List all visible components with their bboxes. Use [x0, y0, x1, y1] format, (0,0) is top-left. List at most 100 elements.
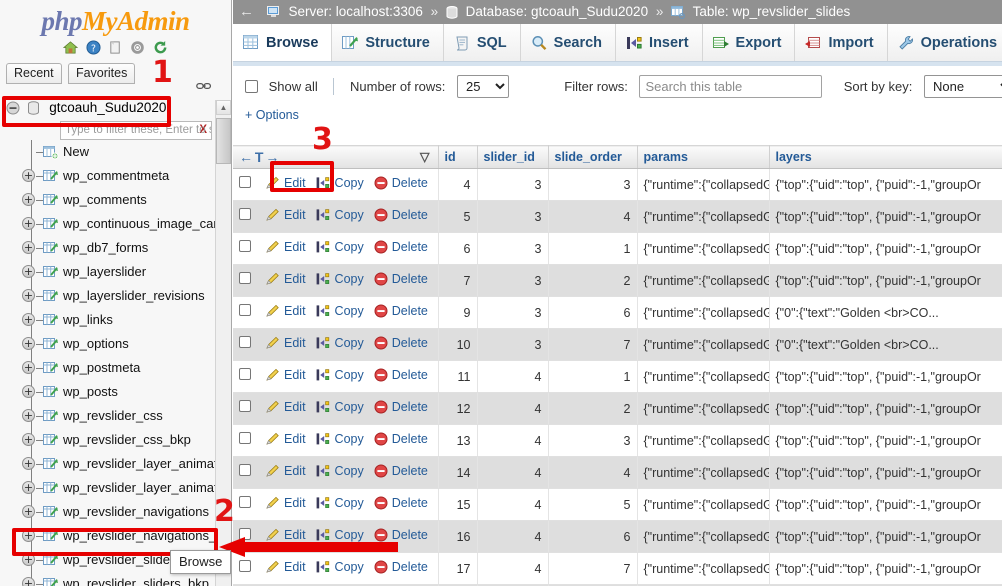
- tab-browse[interactable]: Browse: [233, 24, 333, 61]
- edit-icon[interactable]: [265, 496, 280, 513]
- edit-link[interactable]: Edit: [284, 368, 306, 382]
- delete-icon[interactable]: [374, 176, 388, 193]
- expand-toggle-icon[interactable]: +: [22, 337, 35, 350]
- tree-item-label[interactable]: wp_revslider_css: [63, 404, 163, 428]
- delete-link[interactable]: Delete: [392, 208, 428, 222]
- copy-icon[interactable]: [316, 401, 331, 417]
- tab-sql[interactable]: SQL: [443, 24, 521, 61]
- breadcrumb-table[interactable]: Table: wp_revslider_slides: [693, 4, 851, 19]
- expand-toggle-icon[interactable]: +: [22, 361, 35, 374]
- delete-icon[interactable]: [374, 304, 388, 321]
- recent-tab[interactable]: Recent: [6, 63, 62, 84]
- copy-link[interactable]: Copy: [335, 400, 364, 414]
- edit-icon[interactable]: [265, 464, 280, 481]
- row-checkbox[interactable]: [239, 208, 251, 220]
- expand-toggle-icon[interactable]: +: [22, 553, 35, 566]
- tree-item-table[interactable]: + wp_commentmeta: [0, 164, 215, 188]
- delete-link[interactable]: Delete: [392, 176, 428, 190]
- tree-item-table[interactable]: + wp_options: [0, 332, 215, 356]
- tree-item-label[interactable]: wp_postmeta: [63, 356, 140, 380]
- edit-link[interactable]: Edit: [284, 208, 306, 222]
- copy-icon[interactable]: [316, 497, 331, 513]
- collapse-toggle-icon[interactable]: [6, 101, 20, 118]
- tree-item-label[interactable]: wp_db7_forms: [63, 236, 148, 260]
- copy-link[interactable]: Copy: [335, 336, 364, 350]
- delete-icon[interactable]: [374, 464, 388, 481]
- row-checkbox[interactable]: [239, 368, 251, 380]
- cell-params[interactable]: {"runtime":{"collapsedGroups":[]},"bg": …: [637, 200, 770, 233]
- expand-toggle-icon[interactable]: +: [22, 289, 35, 302]
- copy-icon[interactable]: [316, 561, 331, 577]
- edit-link[interactable]: Edit: [284, 304, 306, 318]
- tree-item-label[interactable]: wp_revslider_layer_animat: [63, 476, 215, 500]
- row-checkbox[interactable]: [239, 176, 251, 188]
- cell-layers[interactable]: {"top":{"uid":"top", {"puid":-1,"groupOr: [769, 424, 1002, 457]
- tree-item-label[interactable]: wp_layerslider_revisions: [63, 284, 205, 308]
- cell-layers[interactable]: {"top":{"uid":"top", {"puid":-1,"groupOr: [769, 456, 1002, 489]
- edit-icon[interactable]: [265, 368, 280, 385]
- copy-link[interactable]: Copy: [335, 304, 364, 318]
- reload-icon[interactable]: [153, 40, 168, 57]
- delete-link[interactable]: Delete: [392, 272, 428, 286]
- delete-icon[interactable]: [374, 496, 388, 513]
- column-header-layers[interactable]: layers: [769, 145, 1002, 169]
- tab-export[interactable]: Export: [702, 24, 796, 61]
- tree-item-table[interactable]: + wp_revslider_layer_animat: [0, 476, 215, 500]
- tree-item-new[interactable]: New: [0, 140, 215, 164]
- row-select-header[interactable]: ← T → ▽: [233, 145, 439, 169]
- table-row[interactable]: Edit Copy Delete 14 4 4 {"runtime":{"collapsed…: [233, 456, 1002, 489]
- row-checkbox[interactable]: [239, 304, 251, 316]
- edit-icon[interactable]: [265, 400, 280, 417]
- tree-item-label[interactable]: wp_links: [63, 308, 113, 332]
- delete-link[interactable]: Delete: [392, 496, 428, 510]
- copy-link[interactable]: Copy: [335, 464, 364, 478]
- row-checkbox[interactable]: [239, 240, 251, 252]
- edit-icon[interactable]: [265, 304, 280, 321]
- cell-params[interactable]: {"runtime":{"collapsedGroups":[]},"bg": …: [637, 168, 770, 201]
- tree-item-table[interactable]: + wp_revslider_css: [0, 404, 215, 428]
- tab-structure[interactable]: Structure: [332, 24, 444, 61]
- cell-layers[interactable]: {"top":{"uid":"top", {"puid":-1,"groupOr: [769, 232, 1002, 265]
- breadcrumb-server[interactable]: Server: localhost:3306: [289, 4, 423, 19]
- tab-search[interactable]: Search: [520, 24, 617, 61]
- row-checkbox[interactable]: [239, 432, 251, 444]
- home-icon[interactable]: [63, 40, 79, 57]
- tree-item-table[interactable]: + wp_layerslider: [0, 260, 215, 284]
- link-chain-icon[interactable]: [196, 80, 212, 94]
- cell-params[interactable]: {"runtime":{"collapsedGroups":[]},"bg": …: [637, 392, 770, 425]
- breadcrumb-database[interactable]: Database: gtcoauh_Sudu2020: [466, 4, 648, 19]
- edit-link[interactable]: Edit: [284, 464, 306, 478]
- tree-item-table[interactable]: + wp_revslider_navigations: [0, 500, 215, 524]
- tree-item-label[interactable]: wp_posts: [63, 380, 118, 404]
- delete-icon[interactable]: [374, 272, 388, 289]
- table-row[interactable]: Edit Copy Delete 13 4 3 {"runtime":{"collapsed…: [233, 424, 1002, 457]
- expand-toggle-icon[interactable]: +: [22, 505, 35, 518]
- cell-params[interactable]: {"runtime":{"collapsedGroups":[]},"bg": …: [637, 520, 770, 553]
- row-checkbox[interactable]: [239, 496, 251, 508]
- sort-dropdown-icon[interactable]: ▽: [420, 150, 430, 164]
- tree-item-table[interactable]: + wp_revslider_layer_animat: [0, 452, 215, 476]
- table-row[interactable]: Edit Copy Delete 15 4 5 {"runtime":{"collapsed…: [233, 488, 1002, 521]
- delete-link[interactable]: Delete: [392, 432, 428, 446]
- tab-operations[interactable]: Operations: [887, 24, 1002, 61]
- column-header-slider-id[interactable]: slider_id: [477, 145, 549, 169]
- scroll-thumb[interactable]: [216, 118, 231, 164]
- copy-link[interactable]: Copy: [335, 176, 364, 190]
- table-row[interactable]: Edit Copy Delete 732{"runtime":{"collapsedG…: [233, 264, 1002, 297]
- delete-icon[interactable]: [374, 560, 388, 577]
- copy-link[interactable]: Copy: [335, 208, 364, 222]
- cell-layers[interactable]: {"top":{"uid":"top", {"puid":-1,"groupOr: [769, 360, 1002, 393]
- delete-link[interactable]: Delete: [392, 464, 428, 478]
- column-header-slide-order[interactable]: slide_order: [548, 145, 638, 169]
- expand-toggle-icon[interactable]: +: [22, 457, 35, 470]
- cell-params[interactable]: {"runtime":{"collapsedGroups":[]},"bg": …: [637, 488, 770, 521]
- copy-icon[interactable]: [316, 433, 331, 449]
- copy-icon[interactable]: [316, 177, 331, 193]
- phpmyadmin-logo[interactable]: phpMyAdmin: [0, 0, 231, 39]
- tree-item-label[interactable]: wp_options: [63, 332, 129, 356]
- cell-layers[interactable]: {"top":{"uid":"top", {"puid":-1,"groupOr: [769, 264, 1002, 297]
- expand-toggle-icon[interactable]: +: [22, 217, 35, 230]
- delete-link[interactable]: Delete: [392, 336, 428, 350]
- column-header-params[interactable]: params: [637, 145, 770, 169]
- cell-layers[interactable]: {"top":{"uid":"top", {"puid":-1,"groupOr: [769, 200, 1002, 233]
